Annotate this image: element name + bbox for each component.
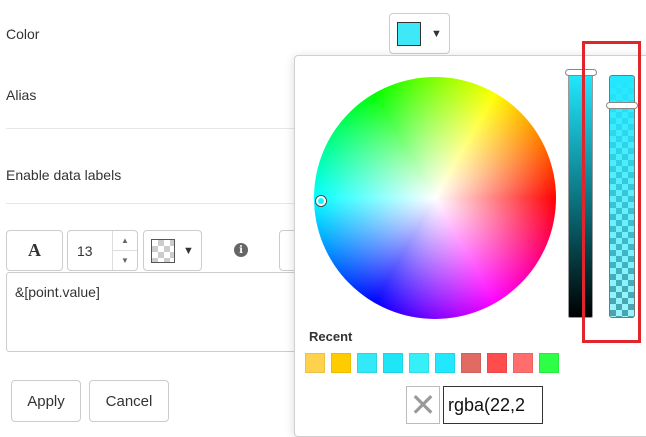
divider — [6, 203, 296, 204]
label-template-textarea[interactable]: &[point.value] — [6, 272, 306, 352]
stepper-down-icon[interactable]: ▼ — [113, 251, 137, 270]
alias-label: Alias — [6, 87, 37, 103]
apply-button[interactable]: Apply — [11, 380, 81, 422]
cancel-button[interactable]: Cancel — [89, 380, 169, 422]
divider — [6, 128, 296, 129]
recent-color-swatch[interactable] — [435, 353, 455, 373]
chevron-down-icon: ▼ — [183, 244, 194, 257]
recent-color-swatch[interactable] — [513, 353, 533, 373]
x-icon[interactable]: ✕ — [406, 386, 440, 424]
transparent-swatch — [151, 238, 176, 263]
font-size-stepper[interactable]: 13 ▲ ▼ — [67, 230, 138, 271]
font-button[interactable]: A — [6, 230, 63, 271]
color-label: Color — [6, 26, 40, 42]
rgba-value-input[interactable] — [443, 386, 543, 424]
recent-color-swatch[interactable] — [487, 353, 507, 373]
background-color-dropdown[interactable]: ▼ — [143, 230, 202, 271]
color-swatch — [397, 21, 422, 46]
recent-color-swatch[interactable] — [409, 353, 429, 373]
color-dropdown-button[interactable]: ▼ — [389, 13, 450, 54]
chevron-down-icon: ▼ — [431, 27, 442, 40]
info-icon[interactable]: i — [234, 243, 248, 257]
color-wheel[interactable] — [314, 77, 556, 319]
recent-colors-title: Recent — [309, 329, 353, 344]
stepper-up-icon[interactable]: ▲ — [113, 231, 137, 251]
recent-color-swatch[interactable] — [461, 353, 481, 373]
enable-data-labels-label: Enable data labels — [6, 167, 122, 183]
color-wheel-handle[interactable] — [316, 196, 326, 206]
recent-colors-row — [305, 353, 559, 373]
font-size-value: 13 — [77, 242, 93, 259]
recent-color-swatch[interactable] — [357, 353, 377, 373]
recent-color-swatch[interactable] — [305, 353, 325, 373]
font-size-spinner[interactable]: ▲ ▼ — [112, 231, 137, 270]
opacity-slider-highlight — [582, 41, 641, 343]
recent-color-swatch[interactable] — [331, 353, 351, 373]
recent-color-swatch[interactable] — [539, 353, 559, 373]
recent-color-swatch[interactable] — [383, 353, 403, 373]
